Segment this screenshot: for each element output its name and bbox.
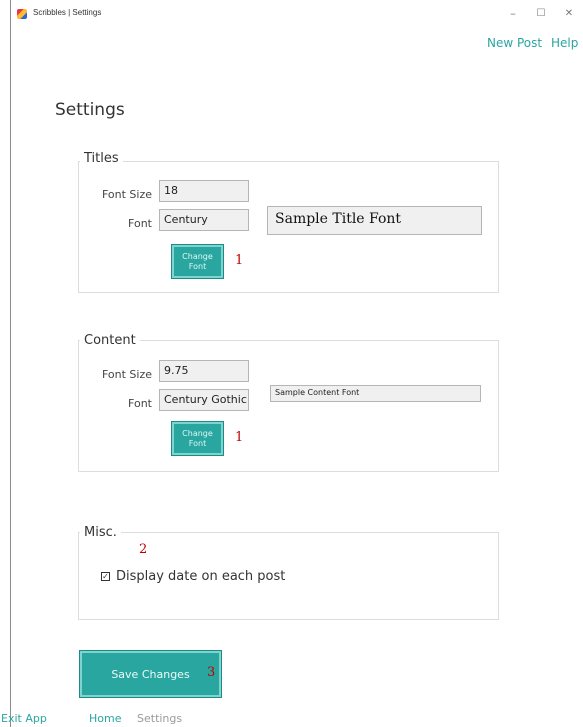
content-sample-font-preview: Sample Content Font: [270, 385, 481, 402]
content-change-font-label: Change Font: [182, 428, 213, 448]
window-title: Scribbles | Settings: [33, 8, 102, 17]
close-button[interactable]: ✕: [557, 5, 581, 23]
content-annotation-marker: 1: [235, 430, 244, 445]
app-logo-icon: [17, 9, 27, 19]
titles-font-size-label: Font Size: [101, 188, 152, 201]
content-font-label: Font: [128, 397, 152, 410]
page-title: Settings: [55, 100, 125, 120]
titles-font-field[interactable]: Century: [159, 209, 249, 231]
minimize-button[interactable]: –: [501, 5, 525, 23]
misc-group-label: Misc.: [80, 525, 121, 540]
content-change-font-button[interactable]: Change Font: [171, 421, 224, 456]
titles-change-font-label: Change Font: [182, 251, 213, 271]
titles-change-font-button[interactable]: Change Font: [171, 244, 224, 279]
save-annotation-marker: 3: [207, 665, 216, 680]
display-date-label: Display date on each post: [116, 569, 286, 584]
app-window: Scribbles | Settings – ☐ ✕ New Post Help…: [1, 0, 583, 727]
display-date-option[interactable]: ✓ Display date on each post: [101, 569, 285, 584]
help-link[interactable]: Help: [551, 36, 578, 50]
exit-app-link[interactable]: Exit App: [1, 712, 47, 725]
maximize-button[interactable]: ☐: [529, 5, 553, 23]
save-changes-button[interactable]: Save Changes: [79, 650, 222, 698]
titles-group-label: Titles: [80, 151, 123, 166]
content-font-size-field[interactable]: 9.75: [159, 360, 249, 382]
titles-font-size-field[interactable]: 18: [159, 180, 249, 202]
new-post-link[interactable]: New Post: [487, 36, 542, 50]
misc-annotation-marker: 2: [139, 542, 148, 557]
home-link[interactable]: Home: [89, 712, 121, 725]
title-bar: Scribbles | Settings – ☐ ✕: [11, 0, 583, 30]
content-font-field[interactable]: Century Gothic: [159, 389, 249, 411]
titles-font-label: Font: [128, 217, 152, 230]
display-date-checkbox[interactable]: ✓: [101, 572, 110, 581]
content-group-label: Content: [80, 333, 140, 348]
settings-link[interactable]: Settings: [137, 712, 182, 725]
content-font-size-label: Font Size: [101, 368, 152, 381]
save-changes-label: Save Changes: [111, 667, 190, 681]
titles-annotation-marker: 1: [235, 253, 244, 268]
titles-sample-font-preview: Sample Title Font: [267, 206, 482, 235]
